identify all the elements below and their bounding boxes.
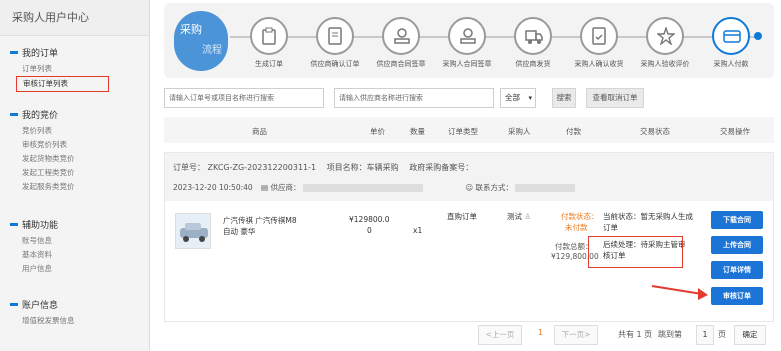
sidebar-item-user-info[interactable]: 用户信息 [0,262,149,276]
sidebar-item-order-list[interactable]: 订单列表 [0,62,149,76]
sidebar-item-account[interactable]: 账号信息 [0,234,149,248]
buyer-name: 测试 ♙ [507,212,532,221]
pay-status-value: 未付款 [565,223,588,232]
review-order-button[interactable]: 审核订单 [711,287,763,305]
flow-step-6: 采购人确认收货 [564,17,634,69]
flow-badge: 采购 流程 [174,11,228,71]
goto-label: 跳到第 [658,330,682,339]
gov-record-no: 政府采购备案号： [409,163,474,172]
sidebar-title: 采购人用户中心 [0,0,149,36]
unit-price-decimal: 0 [367,226,372,235]
unit-price: ¥129800.0 [349,215,390,224]
star-icon [646,17,684,55]
goto-confirm-button[interactable]: 确定 [734,325,766,345]
receipt-icon [580,17,618,55]
contact-label: 联系方式： [475,183,514,192]
flow-step-7: 采购人验收评价 [630,17,700,69]
upload-contract-button[interactable]: 上传合同 [711,236,763,254]
table-header: 商品 单价 数量 订单类型 采购人 付款 交易状态 交易操作 [164,117,774,143]
current-status: 当前状态：暂无采购人生成订单 [603,212,693,232]
sidebar-item-invoice[interactable]: 增值税发票信息 [0,314,149,328]
supplier-label: 供应商： [270,183,301,192]
product-thumbnail[interactable] [175,213,211,249]
document-icon [316,17,354,55]
order-search-input[interactable]: 请输入订单号或项目名称进行搜索 [164,88,324,108]
project-name: 项目名称：车辆采购 [326,163,399,172]
chat-icon[interactable]: ▤ [261,183,268,192]
flow-step-1: 生成订单 [234,17,304,69]
prev-page-button[interactable]: <上一页 [478,325,522,345]
sidebar: 采购人用户中心 我的订单 订单列表 审核订单列表 我的竞价 竞价列表 审核竞价列… [0,0,150,351]
view-cancelled-button[interactable]: 查看取消订单 [586,88,644,108]
flow-step-8: 采购人付款 [696,17,766,69]
next-page-button[interactable]: 下一页> [554,325,598,345]
order-time: 2023-12-20 10:50:40 [173,183,253,192]
page-unit: 页 [718,330,726,339]
user-stamp-icon [382,17,420,55]
annotation-arrow-icon [651,285,708,300]
sidebar-item-project-bid[interactable]: 发起工程类竞价 [0,166,149,180]
flow-step-4: 采购人合同签章 [432,17,502,69]
order-header: 订单号： ZKCG-ZG-202312200311-1 项目名称：车辆采购 政府… [165,153,773,201]
order-detail-button[interactable]: 订单详情 [711,261,763,279]
contact-icon: ☺ [465,183,474,192]
download-contract-button[interactable]: 下载合同 [711,211,763,229]
payment-icon [712,17,750,55]
sidebar-item-service-bid[interactable]: 发起服务类竞价 [0,180,149,194]
process-flow: 采购 流程 生成订单 供应商确认订单 供应商合同签章 采购人合同签章 供应商发货… [164,3,774,78]
supplier-name-blurred [302,184,423,192]
order-type: 直购订单 [447,212,477,221]
product-name[interactable]: 广汽传祺 广汽传祺M8 自动 豪华 [223,215,299,237]
user-stamp-icon [448,17,486,55]
sidebar-item-review-order-list[interactable]: 审核订单列表 [16,76,109,92]
user-icon: ♙ [524,212,532,221]
contact-blurred [515,184,576,192]
clipboard-icon [250,17,288,55]
flow-step-5: 供应商发货 [498,17,568,69]
total-pages: 共有 1 页 [618,330,653,339]
sidebar-item-review-bid-list[interactable]: 审核竞价列表 [0,138,149,152]
pay-status-label: 付款状态： [561,212,599,221]
sidebar-section-bidding[interactable]: 我的竞价 [0,108,149,121]
truck-icon [514,17,552,55]
next-step-highlight [588,236,683,268]
status-select[interactable]: 全部 ▾ [500,88,536,108]
sidebar-section-account[interactable]: 账户信息 [0,298,149,311]
filter-bar: 请输入订单号或项目名称进行搜索 请输入供应商名称进行搜索 全部 ▾ 搜索 查看取消… [164,88,774,110]
supplier-search-input[interactable]: 请输入供应商名称进行搜索 [334,88,494,108]
search-button[interactable]: 搜索 [552,88,576,108]
flow-step-3: 供应商合同签章 [366,17,436,69]
flow-step-2: 供应商确认订单 [300,17,370,69]
quantity: x1 [413,226,423,235]
sidebar-item-profile[interactable]: 基本资料 [0,248,149,262]
sidebar-section-orders[interactable]: 我的订单 [0,46,149,59]
chevron-down-icon: ▾ [528,94,532,102]
sidebar-item-goods-bid[interactable]: 发起货物类竞价 [0,152,149,166]
page-number-input[interactable]: 1 [696,325,714,345]
pay-total-label: 付款总额： [555,242,593,251]
sidebar-section-tools[interactable]: 辅助功能 [0,218,149,231]
sidebar-item-bid-list[interactable]: 竞价列表 [0,124,149,138]
order-number: 订单号： ZKCG-ZG-202312200311-1 [173,163,317,172]
current-page[interactable]: 1 [538,328,543,348]
